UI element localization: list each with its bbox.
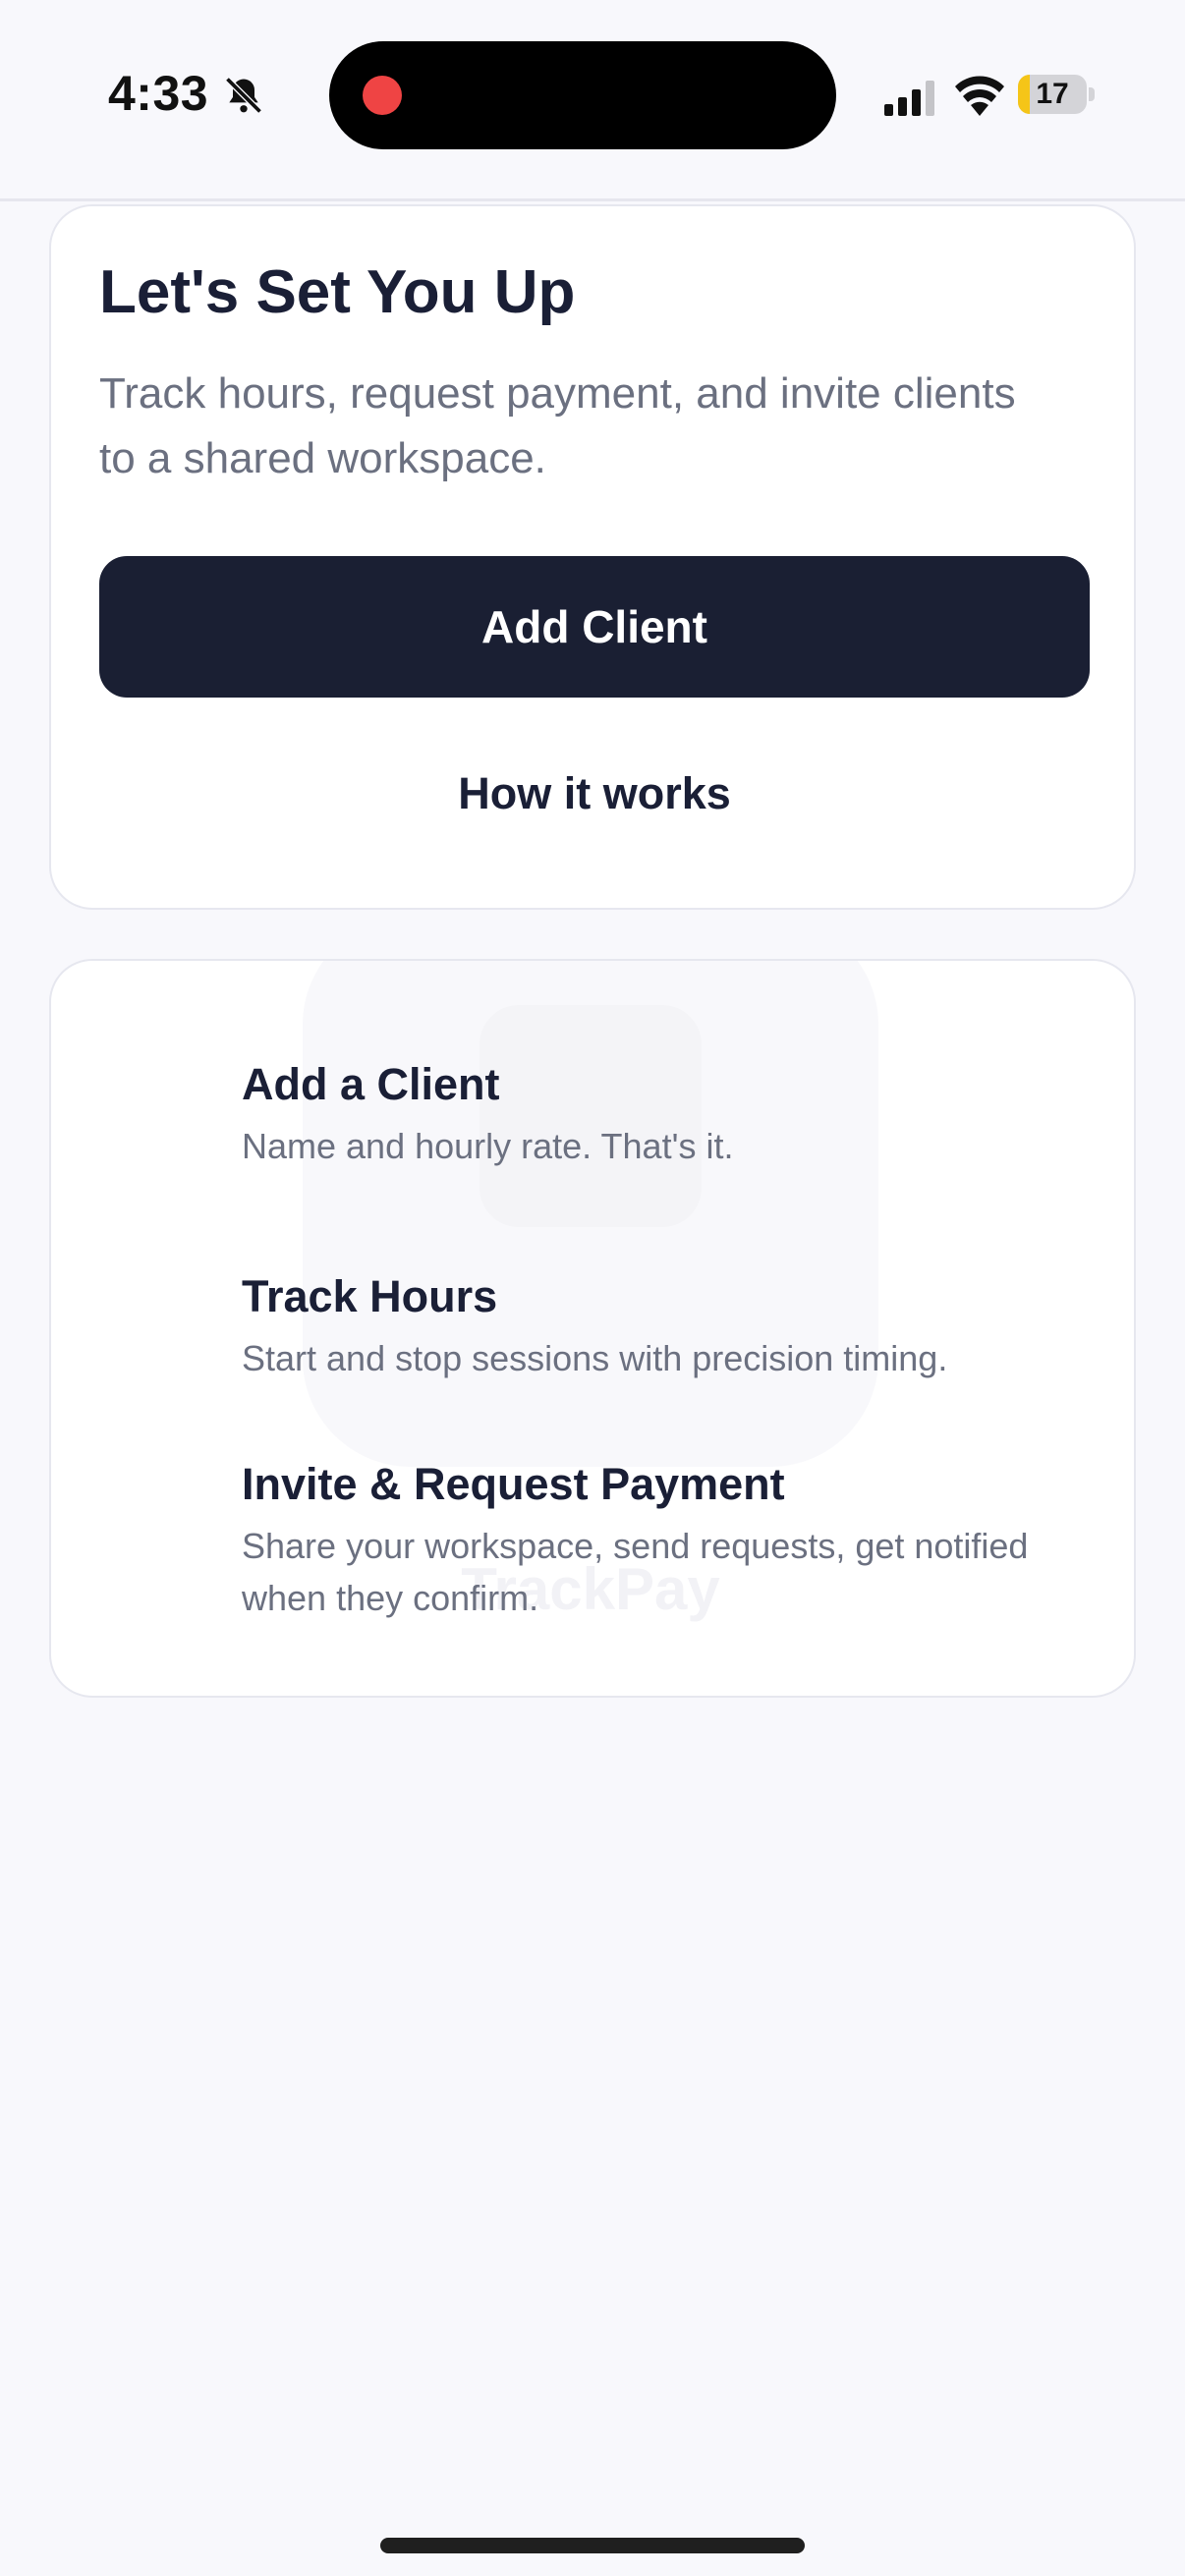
home-indicator[interactable] [380, 2538, 805, 2553]
step-invite-request-payment: Invite & Request Payment Share your work… [242, 1459, 1106, 1624]
battery-percent: 17 [1036, 78, 1069, 110]
wifi-icon [955, 75, 1004, 116]
cellular-signal-icon [884, 81, 939, 116]
step-description: Share your workspace, send requests, get… [242, 1526, 1029, 1618]
setup-card: Let's Set You Up Track hours, request pa… [49, 204, 1136, 910]
recording-indicator-icon [363, 76, 402, 115]
step-title: Invite & Request Payment [242, 1459, 785, 1509]
screen: 4:33 17 Let's Set You Up Track hours, re… [0, 0, 1185, 2576]
app-logo-watermark: TrackPay [303, 961, 878, 1622]
bell-slash-icon [222, 74, 265, 117]
step-description: Name and hourly rate. That's it. [242, 1126, 734, 1166]
step-add-client: Add a Client Name and hourly rate. That'… [242, 1059, 1106, 1172]
dynamic-island [329, 41, 836, 149]
step-description: Start and stop sessions with precision t… [242, 1338, 948, 1378]
step-title: Track Hours [242, 1271, 498, 1321]
setup-title: Let's Set You Up [99, 258, 576, 326]
status-bar: 4:33 17 [0, 0, 1185, 201]
add-client-button[interactable]: Add Client [99, 556, 1090, 698]
setup-subtitle: Track hours, request payment, and invite… [99, 369, 1016, 482]
status-time: 4:33 [108, 66, 209, 121]
battery-cap [1089, 87, 1095, 101]
how-it-works-link[interactable]: How it works [99, 768, 1090, 819]
battery-icon: 17 [1018, 75, 1087, 114]
step-title: Add a Client [242, 1059, 500, 1109]
step-track-hours: Track Hours Start and stop sessions with… [242, 1271, 1106, 1384]
how-it-works-card: TrackPay Add a Client Name and hourly ra… [49, 959, 1136, 1698]
